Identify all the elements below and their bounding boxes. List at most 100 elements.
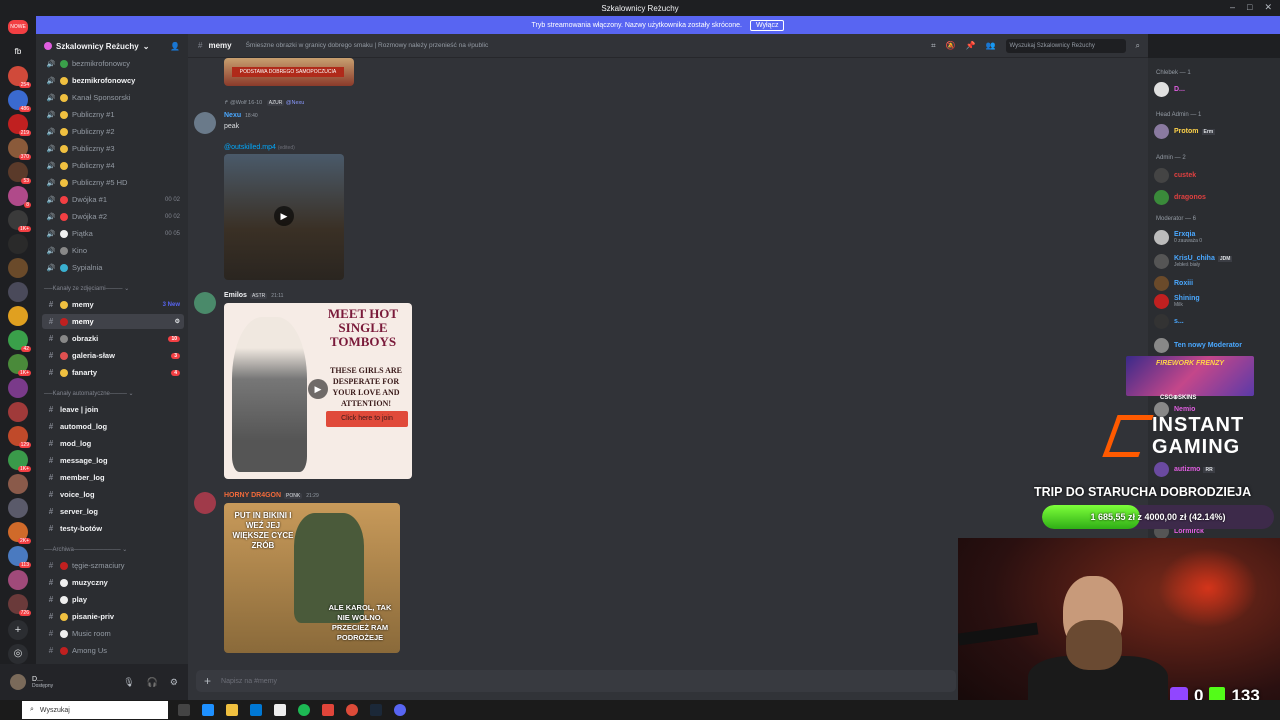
server-icon[interactable] xyxy=(8,306,28,326)
add-server-icon[interactable]: + xyxy=(8,620,28,640)
voice-channel[interactable]: 🔊 Publiczny #5 HD xyxy=(42,175,184,190)
avatar[interactable] xyxy=(1154,190,1169,205)
server-icon[interactable] xyxy=(8,234,28,254)
category-photos[interactable]: ──Kanały ze zdjęciami──── ⌄ xyxy=(44,285,184,292)
message-composer[interactable]: + Napisz na #memy xyxy=(196,670,956,692)
text-channel[interactable]: # fanarty 4 xyxy=(42,365,184,380)
pin-icon[interactable]: 📌 xyxy=(966,41,976,50)
avatar[interactable] xyxy=(194,492,216,514)
text-channel[interactable]: # member_log xyxy=(42,470,184,485)
avatar[interactable] xyxy=(1154,230,1169,245)
app-icon[interactable] xyxy=(322,704,334,716)
avatar[interactable] xyxy=(1154,338,1169,353)
text-channel[interactable]: # memy ⚙ xyxy=(42,314,184,329)
server-icon[interactable]: 1K+ xyxy=(8,354,31,376)
close-icon[interactable]: ✕ xyxy=(1264,2,1272,13)
explore-icon[interactable]: ◎ xyxy=(8,644,28,664)
server-icon[interactable]: 113 xyxy=(8,546,31,568)
server-icon[interactable]: 370 xyxy=(8,138,31,160)
member-item[interactable]: Roxiii xyxy=(1154,276,1278,291)
text-channel[interactable]: # memy 3 New xyxy=(42,297,184,312)
server-icon[interactable]: 254 xyxy=(8,66,31,88)
avatar[interactable] xyxy=(1154,168,1169,183)
avatar[interactable] xyxy=(1154,294,1169,309)
message-image[interactable]: PODSTAWA DOBREGO SAMOPOCZUCIA xyxy=(224,58,354,86)
play-icon[interactable]: ▶ xyxy=(274,206,294,226)
avatar[interactable] xyxy=(1154,254,1169,269)
message-image[interactable]: PUT IN BIKINI I WEŹ JEJ WIĘKSZE CYCE ZRÓ… xyxy=(224,503,400,653)
taskbar-search[interactable]: ⌕ Wyszukaj xyxy=(22,701,168,719)
avatar[interactable] xyxy=(1154,314,1169,329)
channel-topic[interactable]: Śmieszne obrazki w granicy dobrego smaku… xyxy=(246,42,489,49)
member-item[interactable]: D... xyxy=(1154,82,1278,97)
voice-channel[interactable]: 🔊 Piątka 00 05 xyxy=(42,226,184,241)
server-icon[interactable]: 1K+ xyxy=(8,450,31,472)
minimize-icon[interactable]: – xyxy=(1230,2,1235,13)
voice-channel[interactable]: 🔊 Sypialnia xyxy=(42,260,184,275)
maximize-icon[interactable]: □ xyxy=(1247,2,1252,13)
server-icon[interactable]: 486 xyxy=(8,90,31,112)
server-icon[interactable]: 2K+ xyxy=(8,522,31,544)
server-icon[interactable] xyxy=(8,570,28,590)
server-icon[interactable]: 726 xyxy=(8,594,31,616)
text-channel[interactable]: # mod_log xyxy=(42,436,184,451)
folder-icon[interactable] xyxy=(226,704,238,716)
archive-channel[interactable]: # Music room xyxy=(42,626,184,641)
add-attachment-icon[interactable]: + xyxy=(204,674,211,688)
task-view-icon[interactable] xyxy=(178,704,190,716)
avatar[interactable] xyxy=(194,292,216,314)
text-channel[interactable]: # server_log xyxy=(42,504,184,519)
server-icon[interactable]: 42 xyxy=(8,330,31,352)
server-icon[interactable] xyxy=(8,258,28,278)
voice-channel[interactable]: 🔊 Publiczny #1 xyxy=(42,107,184,122)
members-icon[interactable]: 👥 xyxy=(986,41,996,50)
server-icon[interactable]: 219 xyxy=(8,114,31,136)
spotify-icon[interactable] xyxy=(298,704,310,716)
author-name[interactable]: HORNY DR4GON xyxy=(224,492,281,499)
archive-channel[interactable]: # muzyczny xyxy=(42,575,184,590)
member-item[interactable]: dragonos xyxy=(1154,190,1278,205)
text-channel[interactable]: # obrazki 10 xyxy=(42,331,184,346)
text-channel[interactable]: # message_log xyxy=(42,453,184,468)
microphone-icon[interactable]: 🎙 xyxy=(123,677,134,688)
bell-icon[interactable]: 🔕 xyxy=(946,41,956,50)
server-fb[interactable]: fb xyxy=(8,42,28,62)
server-icon[interactable]: 129 xyxy=(8,426,31,448)
attachment-link[interactable]: @outskilled.mp4 (edited) xyxy=(224,144,295,151)
member-item[interactable]: Ten nowy Moderator xyxy=(1154,338,1278,353)
message-input[interactable]: Napisz na #memy xyxy=(221,678,277,685)
server-icon[interactable] xyxy=(8,474,28,494)
member-item[interactable]: Shining Milk xyxy=(1154,294,1278,309)
text-channel[interactable]: # automod_log xyxy=(42,419,184,434)
text-channel[interactable]: # testy-botów xyxy=(42,521,184,536)
gear-icon[interactable]: ⚙ xyxy=(170,677,178,688)
server-header[interactable]: Szkalownicy Reżuchy ⌄ 👤 xyxy=(36,34,188,58)
voice-channel[interactable]: 🔊 Kanał Sponsorski xyxy=(42,90,184,105)
avatar[interactable] xyxy=(1154,462,1169,477)
member-item[interactable]: KrisU_chiha JDM Jebłeś biały xyxy=(1154,254,1278,269)
channel-settings-icon[interactable]: ⚙ xyxy=(175,318,180,325)
search-input[interactable]: Wyszukaj Szkalownicy Reżuchy xyxy=(1005,38,1126,53)
search-icon[interactable]: ⌕ xyxy=(1136,41,1140,51)
steam-icon[interactable] xyxy=(370,704,382,716)
server-icon[interactable] xyxy=(8,282,28,302)
store-icon[interactable] xyxy=(250,704,262,716)
category-archive[interactable]: ──Archiwa─────────── ⌄ xyxy=(44,546,184,553)
play-icon[interactable]: ▶ xyxy=(308,379,328,399)
voice-channel[interactable]: 🔊 bezmikrofonowcy xyxy=(42,56,184,71)
voice-channel[interactable]: 🔊 Publiczny #4 xyxy=(42,158,184,173)
archive-channel[interactable]: # pisanie-priv xyxy=(42,609,184,624)
text-channel[interactable]: # leave | join xyxy=(42,402,184,417)
voice-channel[interactable]: 🔊 Publiczny #2 xyxy=(42,124,184,139)
voice-channel[interactable]: 🔊 Dwójka #2 00 02 xyxy=(42,209,184,224)
author-name[interactable]: Emilos xyxy=(224,292,247,299)
reply-preview[interactable]: ↱ @Wolf 16-10 AZUR @Nexu xyxy=(224,100,304,106)
disable-streamer-mode-button[interactable]: Wyłącz xyxy=(749,19,785,31)
avatar[interactable] xyxy=(1154,124,1169,139)
video-attachment[interactable]: ▶ xyxy=(224,154,344,280)
headphones-icon[interactable]: 🎧 xyxy=(147,677,158,688)
message-image[interactable]: MEET HOT SINGLE TOMBOYS THESE GIRLS ARE … xyxy=(224,303,412,479)
text-channel[interactable]: # voice_log xyxy=(42,487,184,502)
member-item[interactable]: Protom Erm xyxy=(1154,124,1278,139)
server-icon[interactable]: 1K+ xyxy=(8,210,31,232)
